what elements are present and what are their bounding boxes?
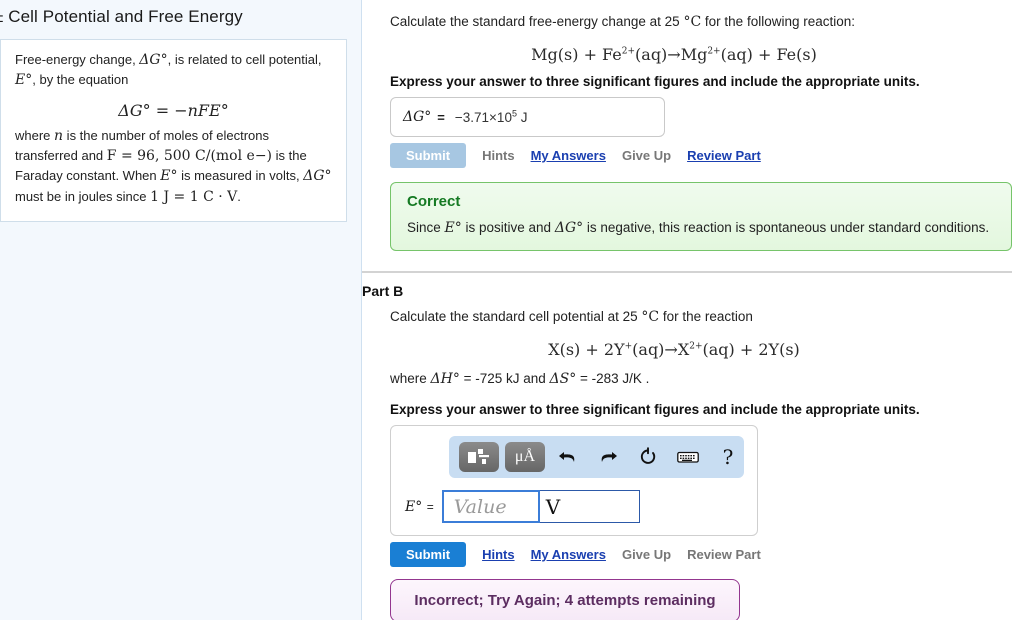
part-b-answer-label: E° = <box>405 498 434 515</box>
math-toolbar: μÅ ? <box>449 436 744 478</box>
given-text-c: = -283 J/K . <box>576 371 650 386</box>
hint-text-2d: is measured in volts, <box>177 168 304 184</box>
part-b-instruction: Express your answer to three significant… <box>390 402 920 417</box>
correct-text-a: Since <box>407 220 445 235</box>
part-a-instruction: Express your answer to three significant… <box>390 74 920 89</box>
hint-symbol-joule: 1 J = 1 C · V <box>150 188 238 205</box>
part-b-submit-button[interactable]: Submit <box>390 542 467 567</box>
part-a-hints-link[interactable]: Hints <box>482 148 515 163</box>
part-b-section: Part B Calculate the standard cell poten… <box>362 283 1012 620</box>
part-b-incorrect-feedback: Incorrect; Try Again; 4 attempts remaini… <box>390 579 740 620</box>
hint-paragraph-1: Free-energy change, ΔG°, is related to c… <box>15 50 332 91</box>
part-a-question-text-a: Calculate the standard free-energy chang… <box>390 14 684 29</box>
part-b-input-row: E° = Value V <box>405 490 757 523</box>
template-icon-glyph <box>468 449 489 464</box>
given-text-a: where <box>390 371 431 386</box>
part-b-question-text-b: for the reaction <box>659 309 753 324</box>
hint-text-1b: , is related to cell potential, <box>167 52 322 67</box>
redo-icon-glyph <box>601 452 617 462</box>
undo-icon[interactable] <box>551 442 585 472</box>
part-b-temperature: °C <box>641 309 660 325</box>
part-b-label: Part B <box>362 283 404 299</box>
given-text-b: = -725 kJ and <box>459 371 550 386</box>
part-a-give-up-link[interactable]: Give Up <box>622 148 671 163</box>
units-icon-label: μÅ <box>514 448 536 465</box>
part-b-my-answers-link[interactable]: My Answers <box>531 547 606 562</box>
hint-symbol-delta-g: ΔG° <box>139 52 168 68</box>
hint-paragraph-2: where n is the number of moles of electr… <box>15 126 332 207</box>
template-icon[interactable] <box>459 442 499 472</box>
right-panel: Calculate the standard free-energy chang… <box>362 0 1012 620</box>
correct-text-b: is positive and <box>461 220 555 235</box>
hint-symbol-delta-g2: ΔG° <box>303 168 332 185</box>
page-root: ± Cell Potential and Free Energy Free-en… <box>0 0 1012 620</box>
part-a-answer-value: −3.71×105 J <box>454 108 528 125</box>
reset-icon-glyph <box>640 447 656 464</box>
correct-feedback-body: Since E° is positive and ΔG° is negative… <box>407 220 995 236</box>
redo-icon[interactable] <box>591 442 625 472</box>
part-b-body: Calculate the standard cell potential at… <box>390 307 1012 620</box>
hint-text-2e: must be in joules since <box>15 188 151 204</box>
help-icon[interactable]: ? <box>711 442 745 472</box>
part-b-answer-entry: μÅ ? E° = Value V <box>390 425 758 536</box>
part-b-reaction-equation: X(s) + 2Y+(aq)→X2+(aq) + 2Y(s) <box>548 340 800 359</box>
hint-symbol-e: E° <box>15 72 33 89</box>
keyboard-icon-glyph <box>677 451 699 463</box>
part-a-reaction-equation: Mg(s) + Fe2+(aq)→Mg2+(aq) + Fe(s) <box>531 45 817 64</box>
part-a-correct-feedback: Correct Since E° is positive and ΔG° is … <box>390 182 1012 251</box>
part-a-temperature: °C <box>683 14 702 30</box>
hint-equation-text: ΔG° = −nFE° <box>118 100 229 120</box>
part-b-give-up-link[interactable]: Give Up <box>622 547 671 562</box>
part-a-section: Calculate the standard free-energy chang… <box>390 12 1012 168</box>
undo-icon-glyph <box>559 452 575 462</box>
correct-feedback-title: Correct <box>407 193 461 210</box>
units-icon[interactable]: μÅ <box>505 442 545 472</box>
hint-symbol-e2: E° <box>160 168 178 185</box>
part-a-answer-label: ΔG° <box>403 109 432 125</box>
part-a-answer-display: ΔG° = −3.71×105 J <box>390 97 665 137</box>
hint-symbol-faraday: F = 96, 500 C/(mol e−) <box>106 148 273 165</box>
keyboard-icon[interactable] <box>671 442 705 472</box>
concept-hint-card: Free-energy change, ΔG°, is related to c… <box>0 39 347 222</box>
hint-text-1a: Free-energy change, <box>15 52 140 67</box>
part-a-action-row: Submit Hints My Answers Give Up Review P… <box>390 143 1008 168</box>
value-input[interactable]: Value <box>441 490 540 523</box>
hint-symbol-n: n <box>54 127 64 144</box>
hint-text-2f: . <box>237 188 241 204</box>
part-b-question-text-a: Calculate the standard cell potential at… <box>390 309 642 324</box>
given-symbol-delta-s: ΔS° <box>549 371 577 387</box>
part-a-answer-equals: = <box>437 109 445 125</box>
hint-equation: ΔG° = −nFE° <box>15 99 332 122</box>
part-a-review-part-link[interactable]: Review Part <box>687 148 761 163</box>
part-b-action-row: Submit Hints My Answers Give Up Review P… <box>390 542 1008 567</box>
section-divider <box>362 271 1012 273</box>
correct-text-c: is negative, this reaction is spontaneou… <box>583 220 990 235</box>
part-b-given-values: where ΔH° = -725 kJ and ΔS° = -283 J/K . <box>390 369 1008 390</box>
left-panel: ± Cell Potential and Free Energy Free-en… <box>0 0 362 620</box>
unit-input[interactable]: V <box>539 490 640 523</box>
correct-symbol-e: E° <box>444 220 462 236</box>
reset-icon[interactable] <box>631 442 665 472</box>
part-a-my-answers-link[interactable]: My Answers <box>531 148 606 163</box>
part-a-question: Calculate the standard free-energy chang… <box>390 12 1008 33</box>
part-b-review-part-link[interactable]: Review Part <box>687 547 761 562</box>
hint-text-2a: where <box>15 127 55 143</box>
given-symbol-delta-h: ΔH° <box>430 371 460 387</box>
correct-symbol-delta-g: ΔG° <box>554 220 584 236</box>
part-a-submit-button[interactable]: Submit <box>390 143 467 168</box>
hint-text-1c: , by the equation <box>32 72 129 88</box>
part-b-question: Calculate the standard cell potential at… <box>390 307 1008 328</box>
part-a-question-text-b: for the following reaction: <box>701 14 856 29</box>
part-b-hints-link[interactable]: Hints <box>482 547 515 562</box>
page-title: ± Cell Potential and Free Energy <box>0 7 243 26</box>
